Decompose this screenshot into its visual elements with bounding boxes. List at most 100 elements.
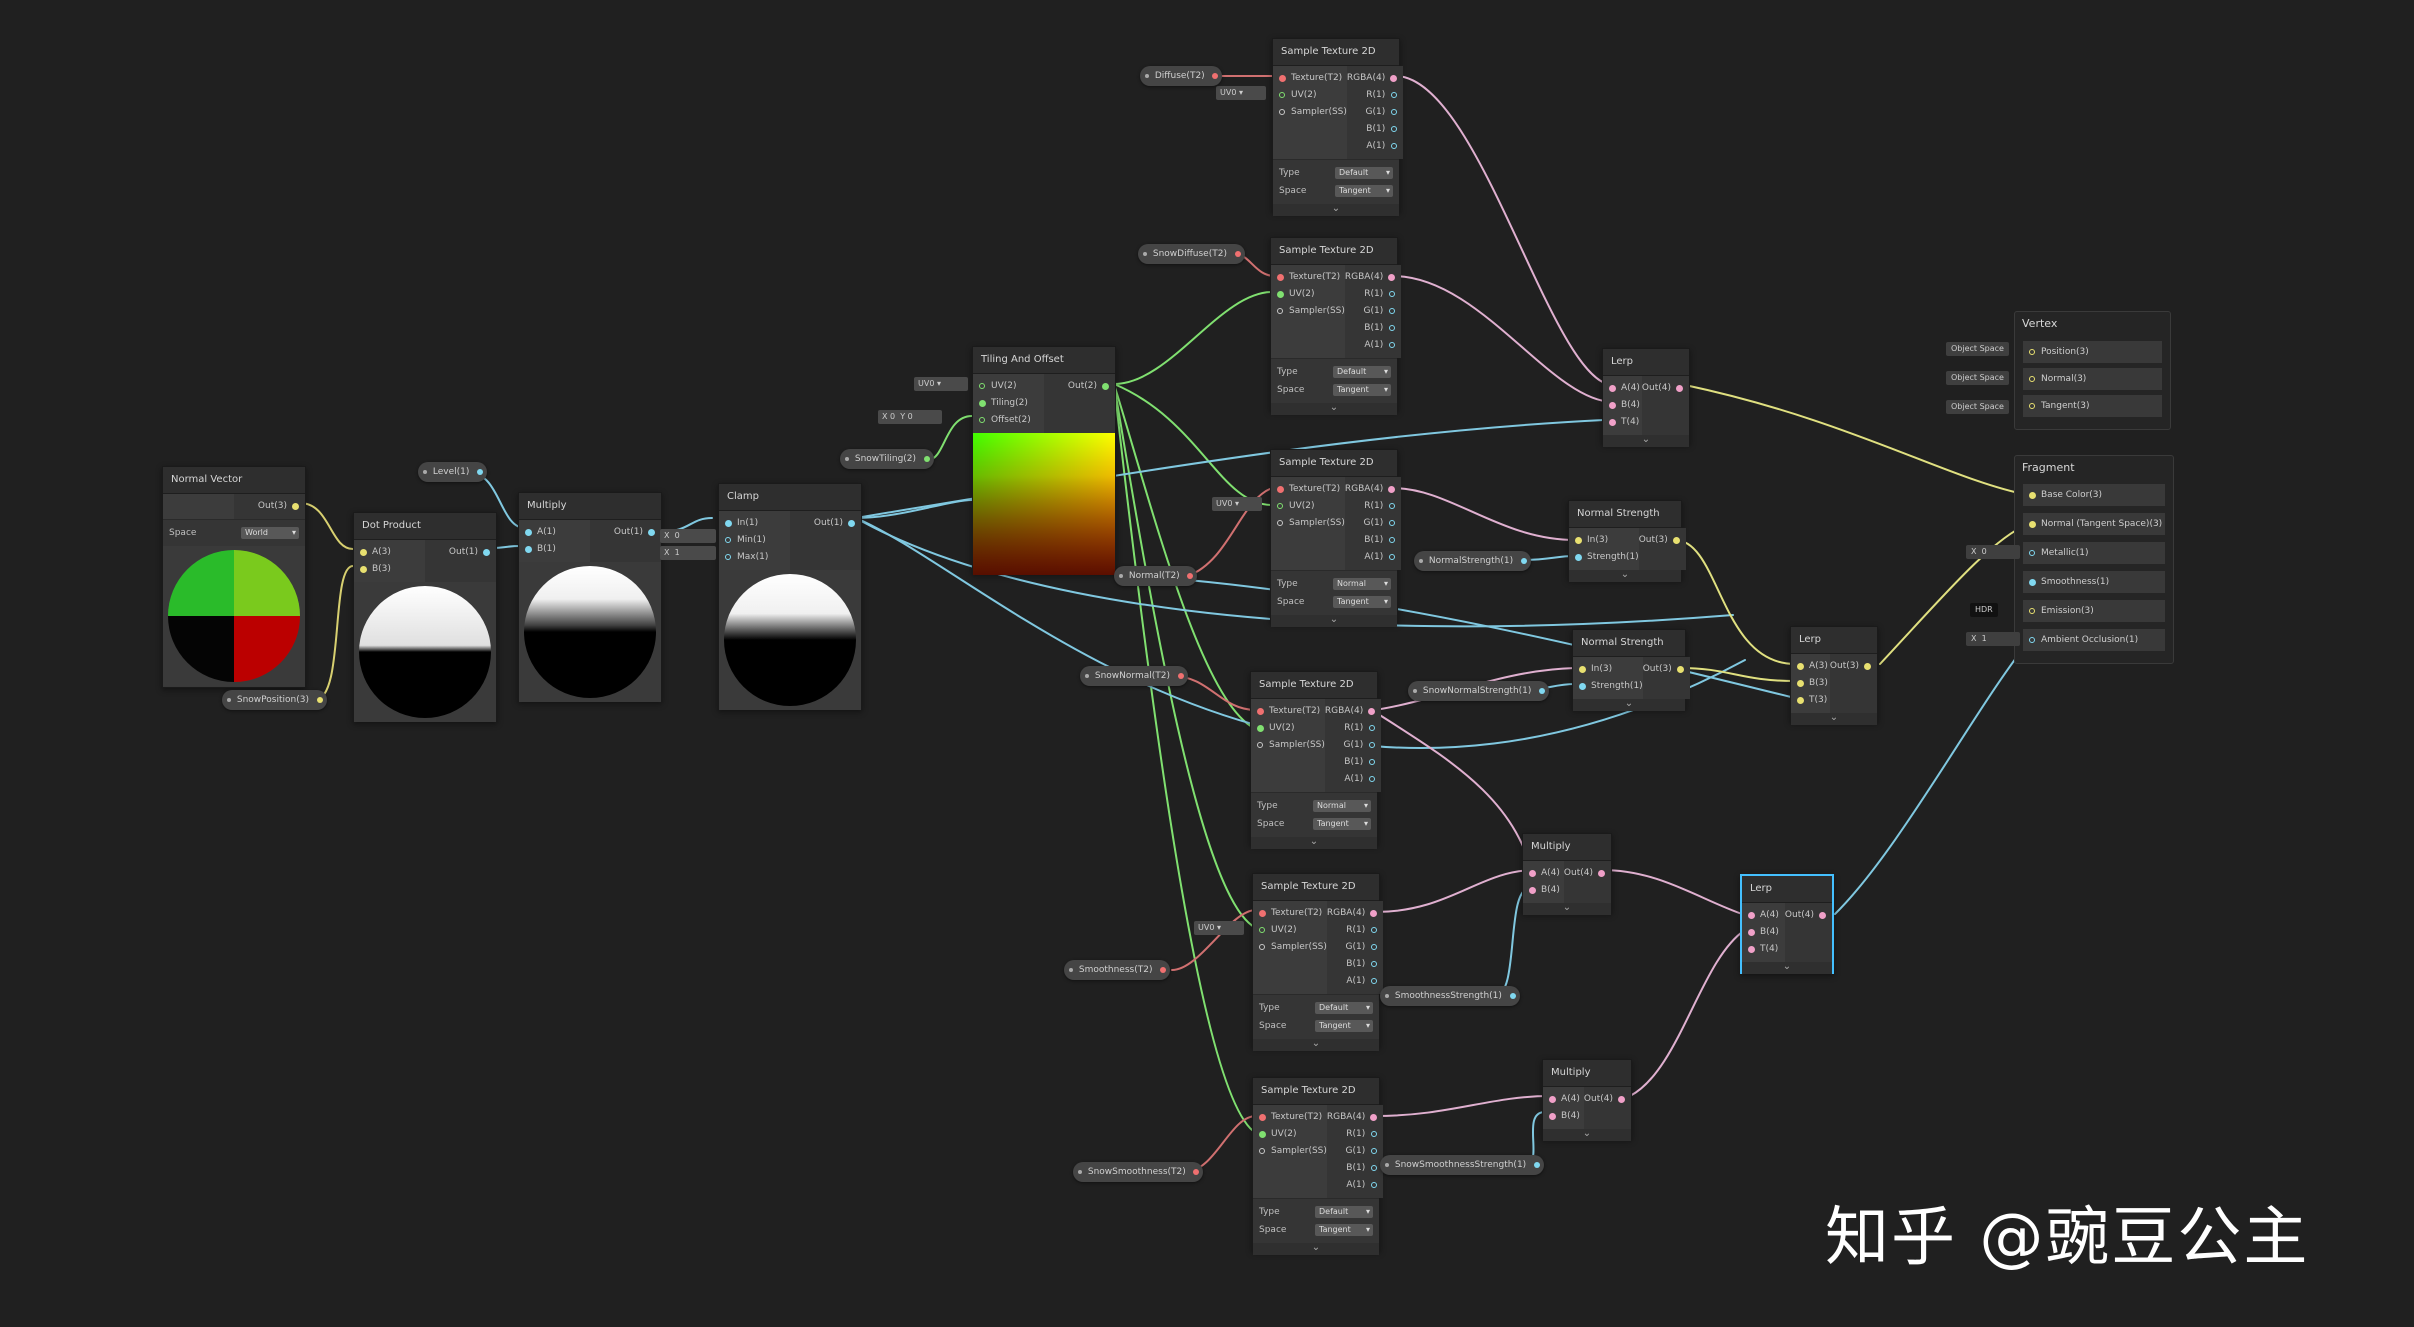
port-dot[interactable] — [1259, 1131, 1266, 1138]
port-dot[interactable] — [2029, 376, 2035, 382]
output-r[interactable]: R(1) — [1327, 1126, 1383, 1143]
port-dot[interactable] — [1389, 308, 1396, 314]
collapse-chevron-icon[interactable]: ⌄ — [1573, 699, 1685, 711]
port-dot[interactable] — [360, 566, 367, 573]
output-g[interactable]: G(1) — [1325, 737, 1381, 754]
input-uv[interactable]: UV(2) — [1251, 720, 1325, 737]
output-port[interactable]: Out(3) — [234, 498, 305, 515]
input-in[interactable]: In(1) — [719, 515, 790, 532]
collapse-chevron-icon[interactable]: ⌄ — [1569, 570, 1681, 582]
port-dot[interactable] — [1598, 870, 1605, 877]
port-dot[interactable] — [1368, 708, 1376, 715]
port-dot[interactable] — [1279, 75, 1286, 82]
space-dropdown[interactable]: World — [241, 527, 299, 539]
multiply-node-3[interactable]: Multiply A(4) B(4) Out(4) ⌄ — [1542, 1059, 1632, 1141]
port-dot[interactable] — [2029, 349, 2035, 355]
output-a[interactable]: A(1) — [1327, 973, 1383, 990]
port-dot[interactable] — [1819, 912, 1826, 919]
property-snow-normal[interactable]: SnowNormal(T2) — [1080, 666, 1188, 686]
output-g[interactable]: G(1) — [1347, 104, 1403, 121]
input-in[interactable]: In(3) — [1569, 532, 1639, 549]
port-dot[interactable] — [1259, 910, 1266, 917]
port-dot[interactable] — [1797, 697, 1804, 704]
port-dot[interactable] — [1529, 870, 1536, 877]
type-dropdown[interactable]: Normal — [1333, 578, 1391, 590]
port-dot[interactable] — [1797, 663, 1804, 670]
sample-texture-snowdiffuse-node[interactable]: Sample Texture 2D Texture(T2) UV(2) Samp… — [1270, 237, 1402, 415]
port-dot[interactable] — [2029, 637, 2035, 643]
input-uv[interactable]: UV(2) — [1253, 922, 1327, 939]
normal-strength-node-1[interactable]: Normal Strength In(3) Strength(1) Out(3)… — [1568, 500, 1686, 582]
multiply-node-2[interactable]: Multiply A(4) B(4) Out(4) ⌄ — [1522, 833, 1612, 915]
port-dot[interactable] — [1549, 1096, 1556, 1103]
normal-vector-node[interactable]: Normal Vector Out(3) Space World — [162, 466, 306, 688]
output-b[interactable]: B(1) — [1327, 1160, 1383, 1177]
input-uv[interactable]: UV(2) — [1253, 1126, 1327, 1143]
port-dot[interactable] — [1579, 683, 1586, 690]
output-port[interactable]: Out(3) — [1830, 658, 1877, 675]
port-dot[interactable] — [1575, 537, 1582, 544]
property-smoothness[interactable]: Smoothness(T2) — [1064, 960, 1171, 980]
output-b[interactable]: B(1) — [1345, 320, 1401, 337]
port-dot[interactable] — [1672, 537, 1680, 544]
output-r[interactable]: R(1) — [1345, 498, 1401, 515]
port-dot[interactable] — [1277, 520, 1283, 526]
input-t[interactable]: T(3) — [1791, 692, 1830, 709]
port-dot[interactable] — [1529, 887, 1536, 894]
input-b[interactable]: B(4) — [1523, 882, 1564, 899]
dot-product-node[interactable]: Dot Product A(3) B(3) Out(1) — [353, 512, 497, 722]
output-b[interactable]: B(1) — [1347, 121, 1403, 138]
input-sampler[interactable]: Sampler(SS) — [1273, 104, 1347, 121]
port-dot[interactable] — [979, 400, 986, 407]
input-uv[interactable]: UV(2) — [1271, 498, 1345, 515]
port-dot[interactable] — [1676, 666, 1684, 673]
port-dot[interactable] — [1676, 385, 1683, 392]
emission-slot[interactable]: Emission(3) — [2023, 600, 2165, 622]
clamp-min-field[interactable]: X 0 — [660, 529, 716, 543]
port-dot[interactable] — [648, 529, 655, 536]
ambient-occlusion-slot[interactable]: Ambient Occlusion(1) — [2023, 629, 2165, 651]
collapse-chevron-icon[interactable]: ⌄ — [1271, 615, 1397, 627]
sample-texture-normal-node[interactable]: Sample Texture 2D Texture(T2) UV(2) Samp… — [1270, 449, 1402, 627]
property-smoothness-strength[interactable]: SmoothnessStrength(1) — [1380, 986, 1520, 1006]
port-dot[interactable] — [1371, 1165, 1378, 1171]
output-b[interactable]: B(1) — [1325, 754, 1381, 771]
collapse-chevron-icon[interactable]: ⌄ — [1742, 962, 1832, 974]
lerp-node-1[interactable]: Lerp A(4) B(4) T(4) Out(4) ⌄ — [1602, 348, 1690, 447]
output-rgba[interactable]: RGBA(4) — [1327, 1109, 1383, 1126]
emission-hdr-field[interactable]: HDR — [1970, 603, 1998, 617]
port-dot[interactable] — [1371, 961, 1378, 967]
port-dot[interactable] — [725, 554, 731, 560]
port-dot[interactable] — [979, 417, 985, 423]
port-dot[interactable] — [1748, 912, 1755, 919]
output-b[interactable]: B(1) — [1345, 532, 1401, 549]
port-dot[interactable] — [1389, 503, 1396, 509]
input-a[interactable]: A(3) — [1791, 658, 1830, 675]
port-dot[interactable] — [1277, 308, 1283, 314]
property-snow-diffuse[interactable]: SnowDiffuse(T2) — [1138, 244, 1245, 264]
port-dot[interactable] — [1388, 274, 1396, 281]
port-dot[interactable] — [1371, 978, 1378, 984]
collapse-chevron-icon[interactable]: ⌄ — [1791, 713, 1877, 725]
input-uv[interactable]: UV(2) — [1273, 87, 1347, 104]
property-normal[interactable]: Normal(T2) — [1114, 566, 1198, 586]
shader-graph-canvas[interactable]: Normal Vector Out(3) SpaceWorld Dot Prod… — [0, 0, 2414, 1327]
port-dot[interactable] — [1618, 1096, 1625, 1103]
output-rgba[interactable]: RGBA(4) — [1345, 269, 1401, 286]
space-dropdown[interactable]: Tangent — [1335, 185, 1393, 197]
input-b[interactable]: B(3) — [1791, 675, 1830, 692]
port-dot[interactable] — [1371, 927, 1378, 933]
port-dot[interactable] — [2029, 579, 2036, 586]
port-dot[interactable] — [1391, 126, 1398, 132]
port-dot[interactable] — [525, 529, 532, 536]
port-dot[interactable] — [1277, 503, 1283, 509]
normal-strength-node-2[interactable]: Normal Strength In(3) Strength(1) Out(3)… — [1572, 629, 1690, 711]
port-dot[interactable] — [1277, 291, 1284, 298]
port-dot[interactable] — [1389, 291, 1396, 297]
sample-texture-snownormal-node[interactable]: Sample Texture 2D Texture(T2) UV(2) Samp… — [1250, 671, 1382, 849]
collapse-chevron-icon[interactable]: ⌄ — [1253, 1243, 1379, 1255]
port-dot[interactable] — [1277, 486, 1284, 493]
vertex-tangent-slot[interactable]: Tangent(3) — [2023, 395, 2162, 417]
output-g[interactable]: G(1) — [1327, 1143, 1383, 1160]
property-snow-position[interactable]: SnowPosition(3) — [222, 690, 327, 710]
